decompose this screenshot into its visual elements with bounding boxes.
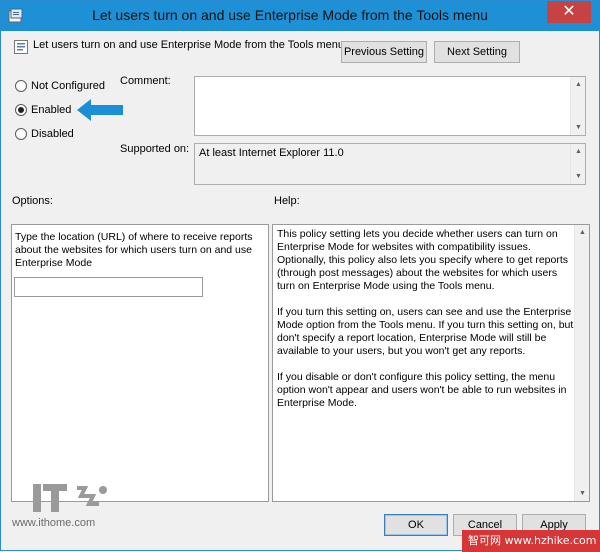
policy-setting-icon (14, 40, 28, 54)
help-scrollbar[interactable]: ▲ ▼ (574, 225, 589, 501)
help-text: This policy setting lets you decide whet… (277, 228, 574, 409)
radio-not-configured[interactable]: Not Configured (15, 78, 105, 94)
scroll-up-icon[interactable]: ▲ (575, 225, 590, 240)
help-panel: This policy setting lets you decide whet… (272, 224, 590, 502)
radio-label: Disabled (31, 128, 74, 140)
supported-scrollbar[interactable]: ▲ ▼ (570, 144, 585, 184)
ithome-url: www.ithome.com (12, 517, 96, 529)
options-panel: Type the location (URL) of where to rece… (11, 224, 269, 502)
ok-button[interactable]: OK (384, 514, 448, 536)
radio-label: Enabled (31, 104, 72, 116)
window-title: Let users turn on and use Enterprise Mod… (92, 7, 488, 23)
close-button[interactable]: ✕ (547, 1, 591, 23)
report-url-input[interactable] (14, 277, 203, 297)
left-arrow-annotation-icon (77, 99, 123, 121)
setting-name: Let users turn on and use Enterprise Mod… (33, 39, 345, 51)
comment-label: Comment: (120, 75, 171, 87)
supported-on-label: Supported on: (120, 143, 190, 155)
radio-enabled[interactable]: Enabled (15, 102, 71, 118)
radio-indicator[interactable] (15, 104, 27, 116)
policy-dialog: Let users turn on and use Enterprise Mod… (0, 0, 600, 552)
comment-scrollbar[interactable]: ▲ ▼ (570, 77, 585, 135)
scroll-down-icon[interactable]: ▼ (571, 169, 586, 184)
scroll-down-icon[interactable]: ▼ (571, 120, 586, 135)
ithome-logo-icon (33, 484, 107, 512)
radio-disabled[interactable]: Disabled (15, 126, 74, 142)
comment-field[interactable]: ▲ ▼ (194, 76, 586, 136)
scroll-up-icon[interactable]: ▲ (571, 144, 586, 159)
supported-on-value: At least Internet Explorer 11.0 (199, 147, 344, 159)
previous-setting-button[interactable]: Previous Setting (341, 41, 427, 63)
hzhike-watermark: 智可网 www.hzhike.com (462, 530, 600, 552)
title-bar[interactable]: Let users turn on and use Enterprise Mod… (1, 1, 599, 31)
scroll-up-icon[interactable]: ▲ (571, 77, 586, 92)
help-label: Help: (274, 195, 300, 207)
options-label: Options: (12, 195, 53, 207)
next-setting-button[interactable]: Next Setting (434, 41, 520, 63)
radio-indicator[interactable] (15, 80, 27, 92)
policy-app-icon (8, 8, 23, 23)
scroll-down-icon[interactable]: ▼ (575, 486, 590, 501)
radio-label: Not Configured (31, 80, 105, 92)
radio-indicator[interactable] (15, 128, 27, 140)
supported-on-field: At least Internet Explorer 11.0 ▲ ▼ (194, 143, 586, 185)
options-description: Type the location (URL) of where to rece… (15, 231, 253, 269)
